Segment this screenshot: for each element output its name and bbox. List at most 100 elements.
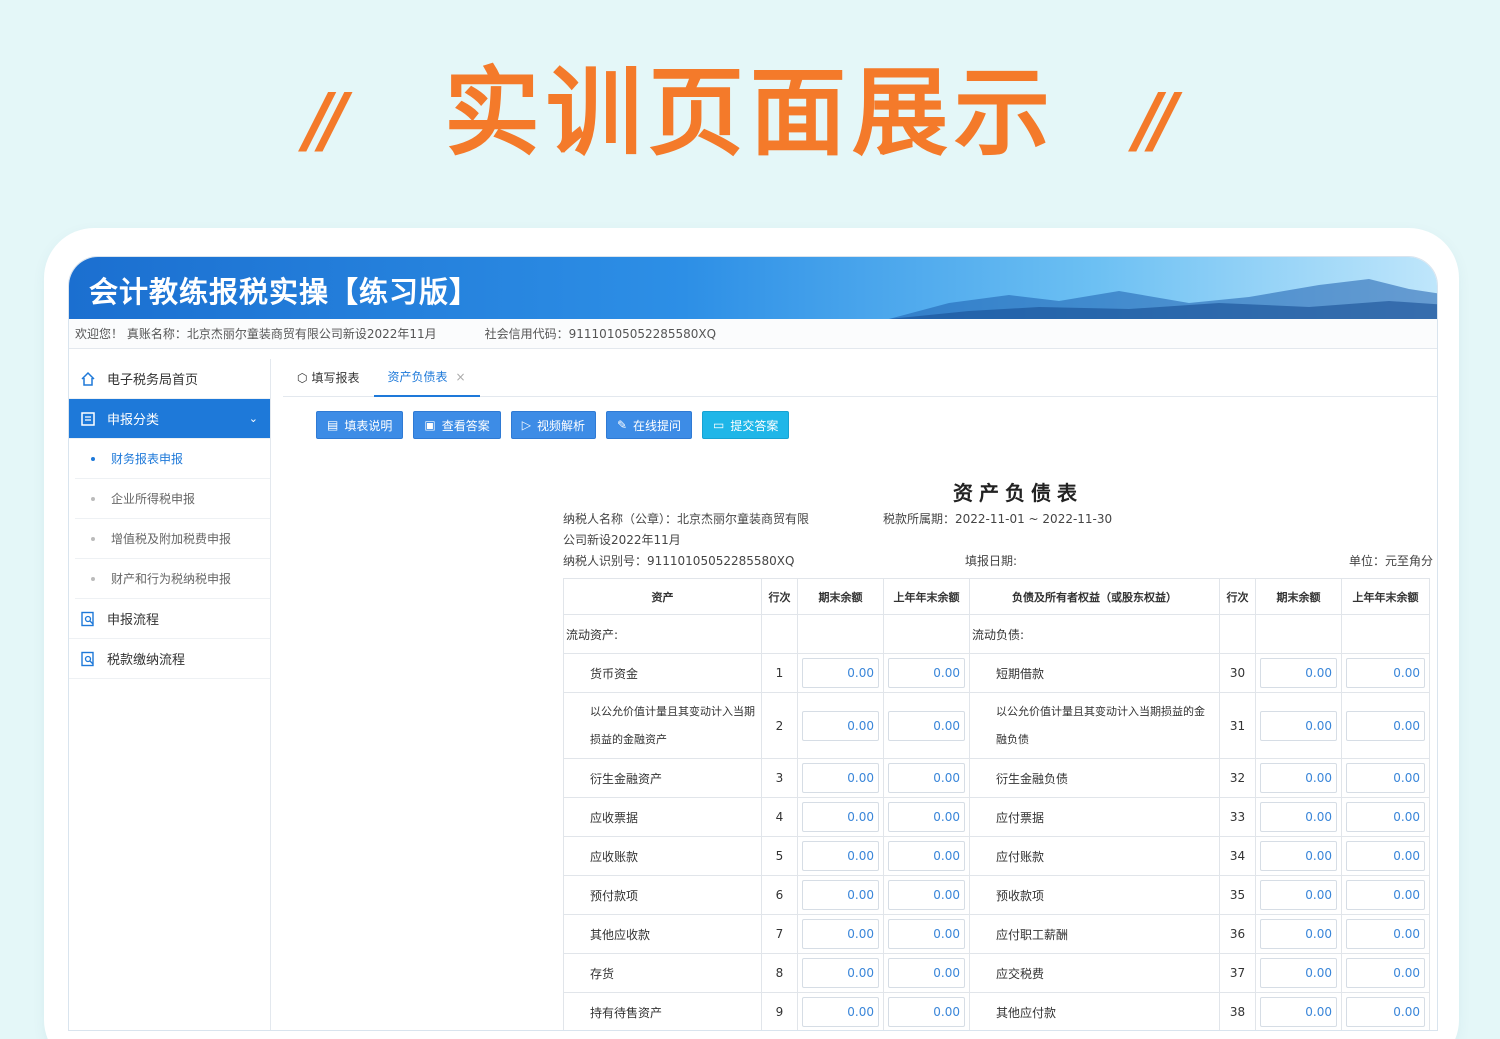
sidebar-sub-financial-report[interactable]: 财务报表申报 [75, 439, 270, 479]
row-number: 5 [761, 836, 798, 876]
liability-item: 应付票据 [969, 797, 1220, 837]
liability-end-balance-input[interactable]: 0.00 [1260, 658, 1337, 688]
liability-end-balance-input[interactable]: 0.00 [1260, 802, 1337, 832]
table-row: 流动资产: 流动负债: [563, 614, 1430, 654]
submit-icon: ▭ [713, 418, 725, 432]
sidebar-sub-property-tax[interactable]: 财产和行为税纳税申报 [75, 559, 270, 599]
liability-end-balance-input[interactable]: 0.00 [1260, 880, 1337, 910]
asset-prior-balance-input[interactable]: 0.00 [888, 880, 965, 910]
liability-prior-balance-input[interactable]: 0.00 [1346, 802, 1425, 832]
asset-end-balance-input[interactable]: 0.00 [802, 710, 879, 741]
app-window: 会计教练报税实操【练习版】 欢迎您！ 真账名称：北京杰丽尔童装商贸有限公司新设2… [68, 256, 1438, 1031]
asset-end-balance-input[interactable]: 0.00 [802, 997, 879, 1027]
liability-end-balance-input[interactable]: 0.00 [1260, 997, 1337, 1027]
column-header: 行次 [761, 578, 798, 615]
button-label: 填表说明 [344, 418, 393, 433]
column-header: 上年年末余额 [883, 578, 970, 615]
asset-item: 存货 [563, 953, 762, 993]
asset-end-balance-input[interactable]: 0.00 [802, 763, 879, 793]
sidebar-sub-income-tax[interactable]: 企业所得税申报 [75, 479, 270, 519]
asset-prior-balance-input[interactable]: 0.00 [888, 919, 965, 949]
liability-end-balance-input[interactable]: 0.00 [1260, 841, 1337, 871]
sidebar-sub-vat[interactable]: 增值税及附加税费申报 [75, 519, 270, 559]
tab-icon: ⬡ [297, 370, 308, 385]
liability-prior-balance-input[interactable]: 0.00 [1346, 919, 1425, 949]
main-panel: ⬡ 填写报表 资产负债表 × ▤ 填表说明 ▣ 查看答案 ▷ 视频解析 ✎ 在线提问 ▭ 提交… [283, 359, 1437, 1030]
row-number: 8 [761, 953, 798, 993]
liability-prior-balance-input[interactable]: 0.00 [1346, 710, 1425, 741]
table-row: 其他应收款 7 0.00 0.00 应付职工薪酬 36 0.00 0.00 [563, 914, 1430, 954]
asset-end-balance-input[interactable]: 0.00 [802, 841, 879, 871]
liability-end-balance-input[interactable]: 0.00 [1260, 958, 1337, 988]
liability-end-balance-input[interactable]: 0.00 [1260, 710, 1337, 741]
liability-prior-balance-input[interactable]: 0.00 [1346, 958, 1425, 988]
liability-end-balance-input[interactable]: 0.00 [1260, 763, 1337, 793]
toolbar: ▤ 填表说明 ▣ 查看答案 ▷ 视频解析 ✎ 在线提问 ▭ 提交答案 [316, 411, 790, 439]
asset-prior-balance-input[interactable]: 0.00 [888, 710, 965, 741]
document-icon: ▤ [327, 418, 339, 432]
asset-prior-balance-input[interactable]: 0.00 [888, 763, 965, 793]
liability-item: 衍生金融负债 [969, 758, 1220, 798]
video-analysis-button[interactable]: ▷ 视频解析 [510, 411, 596, 439]
sidebar-item-declaration-process[interactable]: 申报流程 [69, 599, 270, 639]
liability-prior-balance-input[interactable]: 0.00 [1346, 658, 1425, 688]
tab-balance-sheet[interactable]: 资产负债表 × [373, 359, 480, 397]
button-label: 视频解析 [536, 418, 585, 433]
submit-answer-button[interactable]: ▭ 提交答案 [702, 411, 790, 439]
online-question-button[interactable]: ✎ 在线提问 [605, 411, 693, 439]
welcome-text: 欢迎您！ 真账名称：北京杰丽尔童装商贸有限公司新设2022年11月 [75, 327, 437, 341]
tab-fill-report[interactable]: ⬡ 填写报表 [283, 359, 374, 397]
liability-prior-balance-input[interactable]: 0.00 [1346, 997, 1425, 1027]
liability-item: 以公允价值计量且其变动计入当期损益的金融负债 [969, 692, 1220, 759]
document-icon [79, 410, 97, 428]
liability-prior-balance-input[interactable]: 0.00 [1346, 763, 1425, 793]
liability-item: 应付职工薪酬 [969, 914, 1220, 954]
asset-item: 应收账款 [563, 836, 762, 876]
bullet-icon [91, 496, 95, 501]
column-header: 上年年末余额 [1341, 578, 1430, 615]
liability-prior-balance-input[interactable]: 0.00 [1346, 880, 1425, 910]
fill-instructions-button[interactable]: ▤ 填表说明 [316, 411, 404, 439]
sidebar-sub-label: 增值税及附加税费申报 [111, 532, 232, 546]
asset-end-balance-input[interactable]: 0.00 [802, 658, 879, 688]
asset-prior-balance-input[interactable]: 0.00 [888, 958, 965, 988]
sidebar-item-home[interactable]: 电子税务局首页 [69, 359, 270, 399]
liability-item: 应交税费 [969, 953, 1220, 993]
app-title: 会计教练报税实操【练习版】 [89, 275, 480, 309]
table-row: 以公允价值计量且其变动计入当期损益的金融资产 2 0.00 0.00 以公允价值计量且其… [563, 692, 1430, 759]
asset-end-balance-input[interactable]: 0.00 [802, 958, 879, 988]
close-icon[interactable]: × [456, 370, 466, 384]
sidebar: 电子税务局首页 申报分类 ⌄ 财务报表申报 企业所得税申报 增值税及附加税费申报… [69, 359, 271, 1030]
tax-period: 税款所属期：2022-11-01 ~ 2022-11-30 [883, 512, 1113, 526]
column-header: 负债及所有者权益（或股东权益） [969, 578, 1220, 615]
button-label: 在线提问 [633, 418, 682, 433]
sidebar-item-declaration-category[interactable]: 申报分类 ⌄ [69, 399, 270, 439]
asset-end-balance-input[interactable]: 0.00 [802, 880, 879, 910]
search-document-icon [79, 650, 97, 668]
asset-prior-balance-input[interactable]: 0.00 [888, 802, 965, 832]
liability-item: 预收款项 [969, 875, 1220, 915]
asset-prior-balance-input[interactable]: 0.00 [888, 658, 965, 688]
sidebar-item-tax-payment[interactable]: 税款缴纳流程 [69, 639, 270, 679]
column-header: 行次 [1219, 578, 1256, 615]
column-header: 资产 [563, 578, 762, 615]
promo-title: 实训页面展示 [444, 57, 1056, 169]
asset-end-balance-input[interactable]: 0.00 [802, 919, 879, 949]
column-header: 期末余额 [1255, 578, 1342, 615]
sidebar-item-label: 税款缴纳流程 [107, 653, 186, 668]
table-row: 持有待售资产 9 0.00 0.00 其他应付款 38 0.00 0.00 [563, 992, 1430, 1030]
table-row: 应收票据 4 0.00 0.00 应付票据 33 0.00 0.00 [563, 797, 1430, 837]
asset-prior-balance-input[interactable]: 0.00 [888, 997, 965, 1027]
view-answer-button[interactable]: ▣ 查看答案 [413, 411, 501, 439]
liability-prior-balance-input[interactable]: 0.00 [1346, 841, 1425, 871]
row-number: 2 [761, 692, 798, 759]
asset-prior-balance-input[interactable]: 0.00 [888, 841, 965, 871]
liability-end-balance-input[interactable]: 0.00 [1260, 919, 1337, 949]
asset-end-balance-input[interactable]: 0.00 [802, 802, 879, 832]
taxpayer-id: 纳税人识别号：91110105052285580XQ [563, 554, 795, 568]
decor-slash-right: // [1135, 78, 1177, 162]
button-label: 提交答案 [730, 418, 779, 433]
row-number: 4 [761, 797, 798, 837]
play-icon: ▷ [521, 418, 531, 432]
row-number: 34 [1219, 836, 1256, 876]
